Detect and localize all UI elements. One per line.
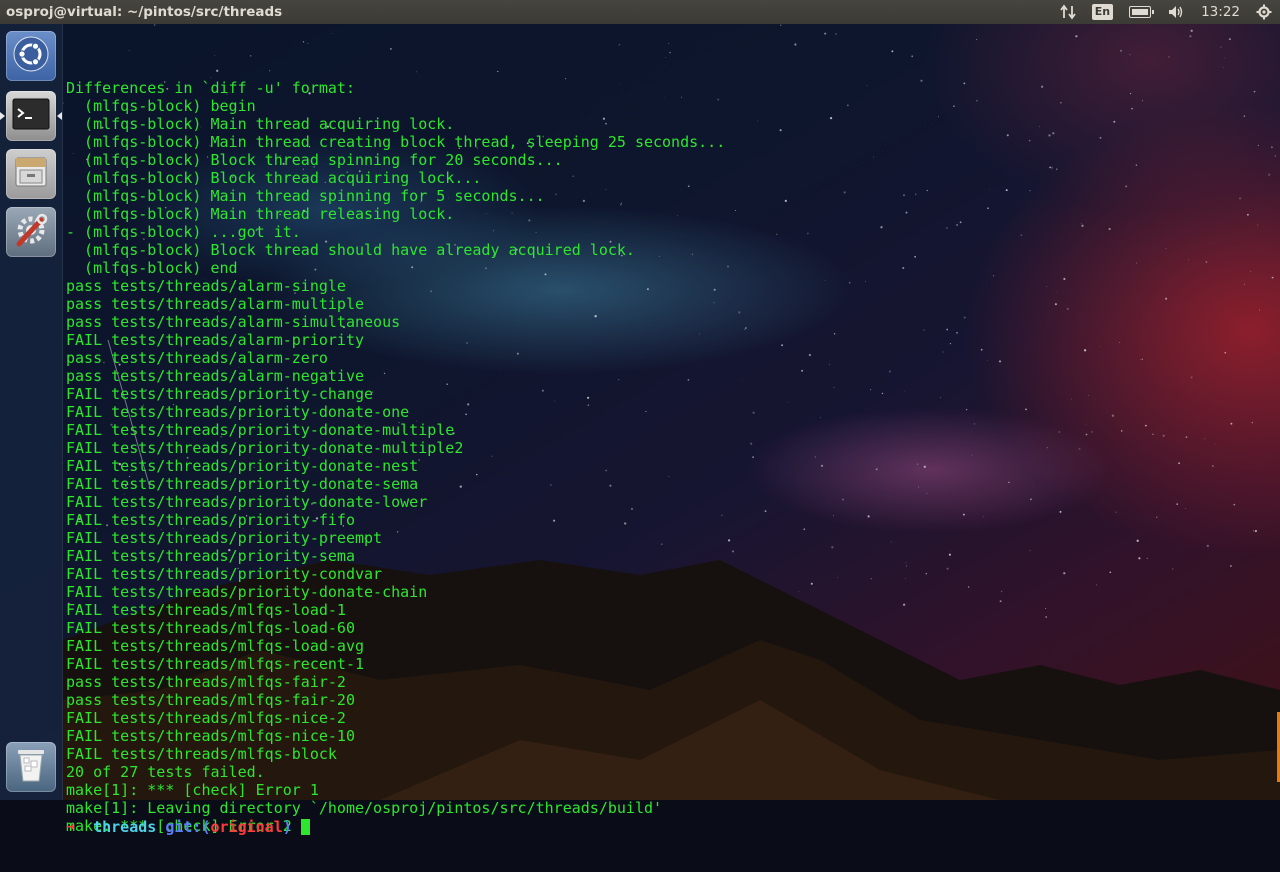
- wrench-gear-icon: [11, 210, 51, 254]
- terminal-output[interactable]: Differences in `diff -u' format: (mlfqs-…: [66, 25, 725, 835]
- terminal-line: FAIL tests/threads/priority-change: [66, 385, 374, 403]
- terminal-line: FAIL tests/threads/mlfqs-block: [66, 745, 337, 763]
- terminal-line: FAIL tests/threads/priority-donate-lower: [66, 493, 428, 511]
- launcher-item-files[interactable]: [6, 149, 56, 199]
- terminal-line: pass tests/threads/mlfqs-fair-20: [66, 691, 355, 709]
- terminal-line: (mlfqs-block) end: [66, 259, 238, 277]
- prompt-directory: threads: [93, 818, 157, 836]
- terminal-line: FAIL tests/threads/priority-preempt: [66, 529, 383, 547]
- terminal-line: - (mlfqs-block) ...got it.: [66, 223, 301, 241]
- file-cabinet-icon: [13, 154, 49, 194]
- launcher: [0, 24, 63, 800]
- terminal-line: (mlfqs-block) Block thread spinning for …: [66, 151, 563, 169]
- launcher-item-terminal[interactable]: [6, 91, 56, 141]
- terminal-line: (mlfqs-block) Main thread spinning for 5…: [66, 187, 545, 205]
- battery-icon[interactable]: [1129, 0, 1155, 24]
- keyboard-layout-indicator[interactable]: En: [1091, 0, 1114, 24]
- prompt-git-close: ): [282, 818, 292, 836]
- keyboard-layout-label: En: [1091, 4, 1114, 20]
- terminal-line: FAIL tests/threads/mlfqs-nice-2: [66, 709, 346, 727]
- prompt-git-branch: original: [210, 818, 283, 836]
- terminal-line: FAIL tests/threads/mlfqs-load-60: [66, 619, 355, 637]
- ubuntu-logo-icon: [12, 35, 50, 77]
- terminal-line: FAIL tests/threads/priority-sema: [66, 547, 355, 565]
- network-updown-icon[interactable]: [1060, 0, 1076, 24]
- terminal-line: pass tests/threads/alarm-single: [66, 277, 346, 295]
- terminal-line: FAIL tests/threads/mlfqs-load-avg: [66, 637, 365, 655]
- prompt-arrow: ➜: [66, 818, 76, 836]
- terminal-line: pass tests/threads/alarm-negative: [66, 367, 365, 385]
- terminal-line: pass tests/threads/alarm-multiple: [66, 295, 365, 313]
- window-title: osproj@virtual: ~/pintos/src/threads: [6, 4, 283, 20]
- terminal-icon: [12, 98, 50, 134]
- gear-power-icon[interactable]: [1256, 0, 1272, 24]
- terminal-line: Differences in `diff -u' format:: [66, 79, 355, 97]
- terminal-line: FAIL tests/threads/priority-fifo: [66, 511, 355, 529]
- system-tray: En 13:22: [1052, 0, 1280, 24]
- terminal-line: FAIL tests/threads/priority-donate-multi…: [66, 421, 455, 439]
- terminal-line: pass tests/threads/alarm-zero: [66, 349, 328, 367]
- terminal-line: FAIL tests/threads/priority-donate-one: [66, 403, 410, 421]
- terminal-line: pass tests/threads/mlfqs-fair-2: [66, 673, 346, 691]
- text-cursor: [300, 819, 310, 835]
- terminal-line: (mlfqs-block) Main thread acquiring lock…: [66, 115, 455, 133]
- launcher-running-indicator: [0, 112, 5, 120]
- terminal-line: (mlfqs-block) Block thread acquiring loc…: [66, 169, 482, 187]
- launcher-item-system-settings[interactable]: [6, 207, 56, 257]
- terminal-line: FAIL tests/threads/mlfqs-nice-10: [66, 727, 355, 745]
- terminal-line: FAIL tests/threads/priority-donate-multi…: [66, 439, 464, 457]
- terminal-prompt-area[interactable]: ➜ threads git:(original): [66, 782, 310, 872]
- volume-icon[interactable]: [1167, 0, 1185, 24]
- terminal-line: (mlfqs-block) Main thread releasing lock…: [66, 205, 455, 223]
- terminal-line: FAIL tests/threads/priority-donate-nest: [66, 457, 419, 475]
- clock[interactable]: 13:22: [1201, 0, 1240, 24]
- terminal-line: (mlfqs-block) Main thread creating block…: [66, 133, 726, 151]
- terminal-line: FAIL tests/threads/mlfqs-recent-1: [66, 655, 365, 673]
- terminal-line: (mlfqs-block) begin: [66, 97, 256, 115]
- terminal-line: FAIL tests/threads/priority-donate-chain: [66, 583, 428, 601]
- trash-icon: [14, 746, 48, 788]
- launcher-active-indicator: [57, 112, 62, 120]
- top-panel: osproj@virtual: ~/pintos/src/threads En …: [0, 0, 1280, 24]
- shell-prompt[interactable]: ➜ threads git:(original): [66, 818, 310, 836]
- prompt-git-label: git:(: [165, 818, 211, 836]
- terminal-line: FAIL tests/threads/alarm-priority: [66, 331, 365, 349]
- terminal-line: FAIL tests/threads/priority-donate-sema: [66, 475, 419, 493]
- terminal-line: (mlfqs-block) Block thread should have a…: [66, 241, 635, 259]
- terminal-line: pass tests/threads/alarm-simultaneous: [66, 313, 401, 331]
- terminal-line: FAIL tests/threads/priority-condvar: [66, 565, 383, 583]
- launcher-item-trash[interactable]: [6, 742, 56, 792]
- terminal-window[interactable]: Differences in `diff -u' format: (mlfqs-…: [62, 24, 1280, 836]
- terminal-line: 20 of 27 tests failed.: [66, 763, 265, 781]
- terminal-line: FAIL tests/threads/mlfqs-load-1: [66, 601, 346, 619]
- launcher-item-dash-home[interactable]: [6, 31, 56, 81]
